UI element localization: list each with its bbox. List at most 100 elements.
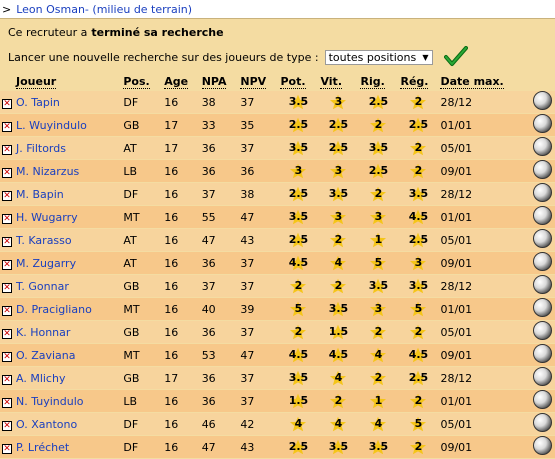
ball-cell[interactable] xyxy=(529,251,555,275)
ball-icon[interactable] xyxy=(532,275,552,294)
remove-icon[interactable]: ✕ xyxy=(2,259,12,270)
remove-cell[interactable]: ✕ xyxy=(0,320,14,344)
remove-cell[interactable]: ✕ xyxy=(0,435,14,459)
col-date[interactable]: Date max. xyxy=(438,71,529,91)
col-pot[interactable]: Pot. xyxy=(278,71,318,91)
player-name-link[interactable]: H. Wugarry xyxy=(16,211,78,224)
player-name-link[interactable]: J. Filtords xyxy=(16,142,66,155)
remove-icon[interactable]: ✕ xyxy=(2,190,12,201)
player-name-link[interactable]: O. Zaviana xyxy=(16,349,76,362)
remove-cell[interactable]: ✕ xyxy=(0,228,14,252)
remove-icon[interactable]: ✕ xyxy=(2,374,12,385)
player-name-link[interactable]: A. Mlichy xyxy=(16,372,65,385)
remove-icon[interactable]: ✕ xyxy=(2,443,12,454)
ball-cell[interactable] xyxy=(529,228,555,252)
ball-icon[interactable] xyxy=(532,206,552,225)
remove-icon[interactable]: ✕ xyxy=(2,121,12,132)
remove-cell[interactable]: ✕ xyxy=(0,251,14,275)
col-npa[interactable]: NPA xyxy=(200,71,239,91)
player-name-cell: J. Filtords xyxy=(14,136,122,160)
ball-cell[interactable] xyxy=(529,159,555,183)
remove-cell[interactable]: ✕ xyxy=(0,182,14,206)
player-name-link[interactable]: T. Karasso xyxy=(16,234,72,247)
ball-icon[interactable] xyxy=(532,321,552,340)
players-table: Joueur Pos. Age NPA NPV Pot. Vit. Rig. R… xyxy=(0,71,555,459)
player-name-link[interactable]: D. Pracigliano xyxy=(16,303,92,316)
col-npv[interactable]: NPV xyxy=(238,71,278,91)
ball-icon[interactable] xyxy=(532,252,552,271)
ball-icon[interactable] xyxy=(532,390,552,409)
cell: 36 xyxy=(199,136,239,160)
player-name-link[interactable]: N. Tuyindulo xyxy=(16,395,84,408)
player-name-link[interactable]: M. Zugarry xyxy=(16,257,76,270)
ball-cell[interactable] xyxy=(529,182,555,206)
date-cell: 05/01 xyxy=(438,320,529,344)
rating-cell: 2.5 xyxy=(278,435,319,459)
remove-icon[interactable]: ✕ xyxy=(2,282,12,293)
remove-icon[interactable]: ✕ xyxy=(2,397,12,408)
remove-cell[interactable]: ✕ xyxy=(0,297,14,321)
remove-cell[interactable]: ✕ xyxy=(0,159,14,183)
remove-cell[interactable]: ✕ xyxy=(0,91,14,114)
ball-icon[interactable] xyxy=(532,367,552,386)
ball-cell[interactable] xyxy=(529,389,555,413)
player-name-link[interactable]: O. Tapin xyxy=(16,96,60,109)
player-name-link[interactable]: M. Bapin xyxy=(16,188,64,201)
player-name-link[interactable]: M. Nizarzus xyxy=(16,165,79,178)
remove-icon[interactable]: ✕ xyxy=(2,305,12,316)
ball-cell[interactable] xyxy=(529,113,555,137)
position-select[interactable]: toutes positions ▼ xyxy=(324,49,433,65)
ball-icon[interactable] xyxy=(532,229,552,248)
ball-cell[interactable] xyxy=(529,91,555,114)
player-name-link[interactable]: O. Xantono xyxy=(16,418,77,431)
remove-icon[interactable]: ✕ xyxy=(2,144,12,155)
ball-cell[interactable] xyxy=(529,205,555,229)
ball-icon[interactable] xyxy=(532,160,552,179)
remove-cell[interactable]: ✕ xyxy=(0,205,14,229)
remove-cell[interactable]: ✕ xyxy=(0,389,14,413)
date-cell: 09/01 xyxy=(438,343,529,367)
remove-icon[interactable]: ✕ xyxy=(2,213,12,224)
remove-icon[interactable]: ✕ xyxy=(2,167,12,178)
remove-icon[interactable]: ✕ xyxy=(2,98,12,109)
ball-icon[interactable] xyxy=(532,137,552,156)
ball-icon[interactable] xyxy=(532,114,552,133)
remove-icon[interactable]: ✕ xyxy=(2,328,12,339)
remove-cell[interactable]: ✕ xyxy=(0,113,14,137)
remove-icon[interactable]: ✕ xyxy=(2,420,12,431)
player-name-link[interactable]: P. Lréchet xyxy=(16,441,69,454)
remove-cell[interactable]: ✕ xyxy=(0,343,14,367)
remove-cell[interactable]: ✕ xyxy=(0,136,14,160)
confirm-checkmark-button[interactable] xyxy=(443,45,469,69)
remove-cell[interactable]: ✕ xyxy=(0,412,14,436)
ball-cell[interactable] xyxy=(529,343,555,367)
col-pos[interactable]: Pos. xyxy=(121,71,162,91)
ball-icon[interactable] xyxy=(532,298,552,317)
col-vit[interactable]: Vit. xyxy=(318,71,358,91)
ball-icon[interactable] xyxy=(532,436,552,455)
remove-cell[interactable]: ✕ xyxy=(0,366,14,390)
player-name-link[interactable]: K. Honnar xyxy=(16,326,70,339)
col-age[interactable]: Age xyxy=(162,71,199,91)
col-rig[interactable]: Rig. xyxy=(358,71,398,91)
star-icon: 3.5 xyxy=(288,370,309,386)
ball-icon[interactable] xyxy=(532,183,552,202)
ball-cell[interactable] xyxy=(529,274,555,298)
col-reg[interactable]: Rég. xyxy=(398,71,438,91)
ball-icon[interactable] xyxy=(532,413,552,432)
player-link[interactable]: Leon Osman- (milieu de terrain) xyxy=(16,3,192,16)
star-icon: 3 xyxy=(324,209,352,225)
player-name-link[interactable]: T. Gonnar xyxy=(16,280,69,293)
ball-cell[interactable] xyxy=(529,412,555,436)
player-name-link[interactable]: L. Wuyindulo xyxy=(16,119,87,132)
ball-icon[interactable] xyxy=(532,344,552,363)
ball-cell[interactable] xyxy=(529,136,555,160)
ball-cell[interactable] xyxy=(529,297,555,321)
remove-icon[interactable]: ✕ xyxy=(2,351,12,362)
remove-icon[interactable]: ✕ xyxy=(2,236,12,247)
ball-cell[interactable] xyxy=(529,435,555,459)
ball-cell[interactable] xyxy=(529,320,555,344)
remove-cell[interactable]: ✕ xyxy=(0,274,14,298)
ball-cell[interactable] xyxy=(529,366,555,390)
ball-icon[interactable] xyxy=(532,91,552,110)
